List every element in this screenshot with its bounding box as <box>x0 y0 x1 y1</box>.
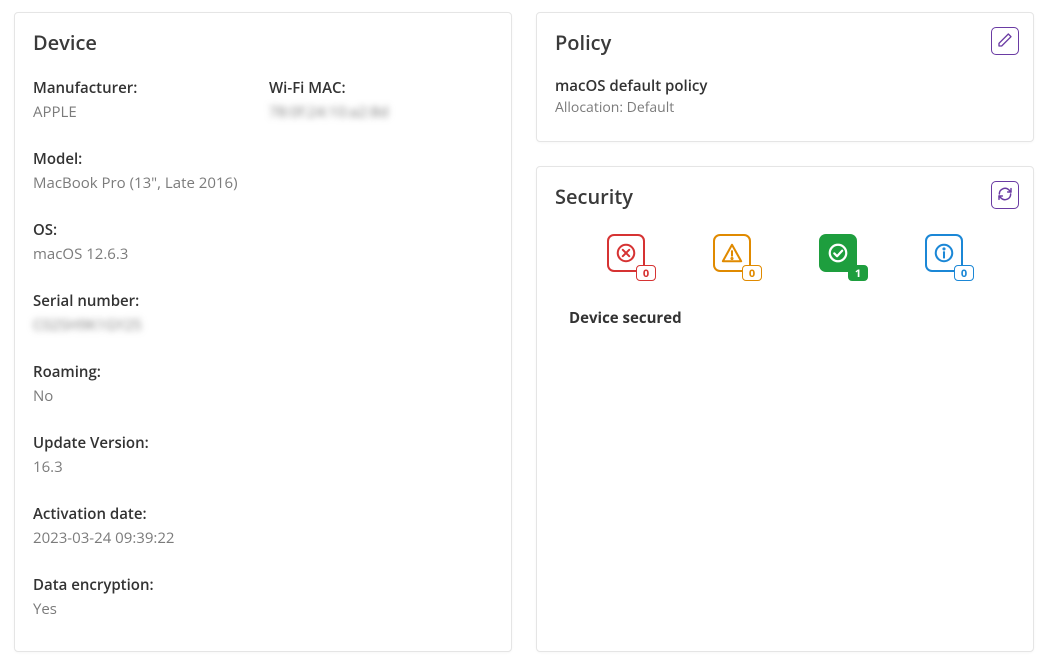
field-label: Manufacturer: <box>33 78 257 98</box>
field-value: MacBook Pro (13", Late 2016) <box>33 173 493 194</box>
field-value-redacted: C02SH9K1GY25 <box>33 315 493 336</box>
device-field-model: Model: MacBook Pro (13", Late 2016) <box>33 149 493 194</box>
device-field-data-encryption: Data encryption: Yes <box>33 575 493 620</box>
field-value: 2023-03-24 09:39:22 <box>33 528 493 549</box>
refresh-security-button[interactable] <box>991 181 1019 209</box>
device-field-wifi-mac: Wi-Fi MAC: 78:0f:24:10:a2:8d <box>269 78 493 123</box>
security-status-text: Device secured <box>555 308 1015 328</box>
pencil-icon <box>997 32 1013 51</box>
status-count-badge: 0 <box>636 265 656 281</box>
security-status-ok[interactable]: 1 <box>819 234 857 272</box>
status-count-badge: 0 <box>954 265 974 281</box>
security-card-title: Security <box>555 183 1015 210</box>
device-field-serial: Serial number: C02SH9K1GY25 <box>33 291 493 336</box>
field-label: Roaming: <box>33 362 493 382</box>
field-label: Wi-Fi MAC: <box>269 78 493 98</box>
device-field-activation-date: Activation date: 2023-03-24 09:39:22 <box>33 504 493 549</box>
device-field-manufacturer: Manufacturer: APPLE <box>33 78 257 123</box>
field-value: Yes <box>33 599 493 620</box>
security-status-warning[interactable]: 0 <box>713 234 751 272</box>
policy-name: macOS default policy <box>555 76 1015 96</box>
policy-allocation: Allocation: Default <box>555 98 1015 117</box>
device-field-update-version: Update Version: 16.3 <box>33 433 493 478</box>
field-value: APPLE <box>33 102 257 123</box>
security-status-error[interactable]: 0 <box>607 234 645 272</box>
device-field-roaming: Roaming: No <box>33 362 493 407</box>
field-value: 16.3 <box>33 457 493 478</box>
field-label: Activation date: <box>33 504 493 524</box>
policy-card: Policy macOS default policy Allocation: … <box>536 12 1034 142</box>
security-status-info[interactable]: 0 <box>925 234 963 272</box>
security-card: Security <box>536 166 1034 652</box>
policy-card-title: Policy <box>555 29 1015 56</box>
field-label: Update Version: <box>33 433 493 453</box>
status-count-badge: 1 <box>848 265 868 281</box>
field-label: OS: <box>33 220 493 240</box>
refresh-icon <box>997 186 1013 205</box>
security-status-row: 0 0 <box>555 234 1015 272</box>
field-label: Model: <box>33 149 493 169</box>
field-value-redacted: 78:0f:24:10:a2:8d <box>269 102 493 123</box>
device-card: Device Manufacturer: APPLE Wi-Fi MAC: 78… <box>14 12 512 652</box>
edit-policy-button[interactable] <box>991 27 1019 55</box>
status-count-badge: 0 <box>742 265 762 281</box>
device-card-title: Device <box>33 29 493 56</box>
field-label: Serial number: <box>33 291 493 311</box>
field-label: Data encryption: <box>33 575 493 595</box>
device-field-os: OS: macOS 12.6.3 <box>33 220 493 265</box>
field-value: macOS 12.6.3 <box>33 244 493 265</box>
field-value: No <box>33 386 493 407</box>
